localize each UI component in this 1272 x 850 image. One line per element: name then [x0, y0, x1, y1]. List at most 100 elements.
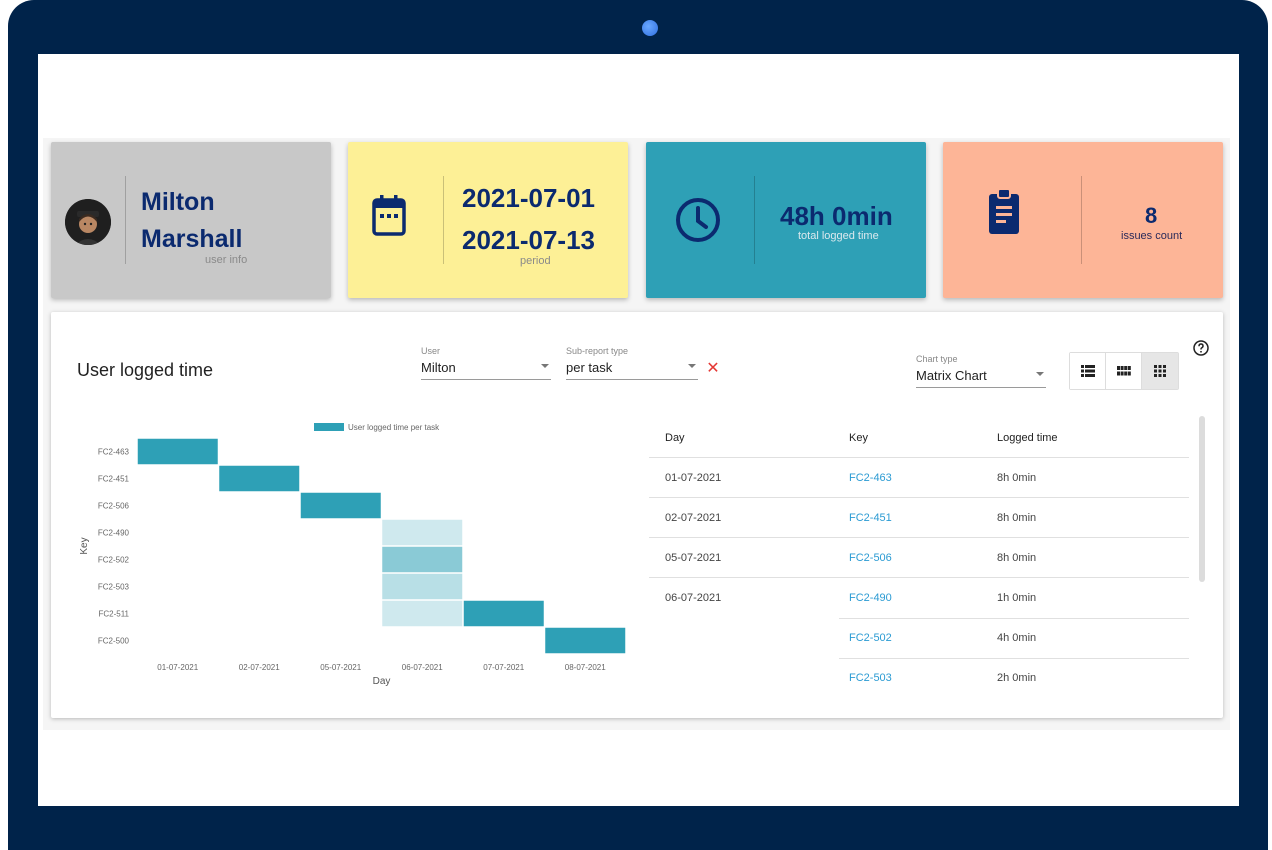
y-tick-label: FC2-506: [98, 502, 130, 511]
user-last-name: Marshall: [141, 225, 243, 253]
chevron-down-icon: [1036, 372, 1044, 376]
row-key-link[interactable]: FC2-451: [849, 512, 892, 524]
user-first-name: Milton: [141, 188, 215, 216]
y-axis-title: Key: [79, 537, 90, 554]
row-time: 1h 0min: [997, 592, 1037, 604]
help-icon[interactable]: [1193, 340, 1209, 356]
table-row: FC2-503 2h 0min: [649, 658, 1189, 698]
row-time: 8h 0min: [997, 512, 1037, 524]
row-day: 06-07-2021: [665, 592, 722, 604]
row-day: 01-07-2021: [665, 472, 722, 484]
row-day: 02-07-2021: [665, 512, 722, 524]
row-key-link[interactable]: FC2-502: [849, 632, 892, 644]
avatar: [65, 199, 111, 245]
row-key-link[interactable]: FC2-506: [849, 552, 892, 564]
card-divider: [1081, 176, 1082, 264]
compact-grid-view-button[interactable]: [1106, 353, 1142, 389]
matrix-view-button[interactable]: [1142, 353, 1178, 389]
legend-swatch: [314, 423, 344, 431]
issues-count-caption: issues count: [1121, 230, 1183, 242]
card-divider: [443, 176, 444, 264]
x-tick-label: 08-07-2021: [565, 663, 606, 672]
header-key: Key: [849, 432, 868, 444]
matrix-cell: [382, 546, 463, 573]
total-time-card: 48h 0min total logged time: [646, 142, 926, 298]
clipboard-icon: [987, 188, 1021, 241]
user-info-card: Milton Marshall user info: [51, 142, 331, 298]
chevron-down-icon: [541, 364, 549, 368]
table-header-row: Day Key Logged time: [649, 418, 1189, 458]
matrix-cell: [463, 600, 544, 627]
screen: Milton Marshall user info 2021-07-01 202…: [38, 54, 1239, 806]
camera-icon: [642, 20, 658, 36]
header-logged-time: Logged time: [997, 432, 1058, 444]
matrix-cell: [382, 600, 463, 627]
grid-icon: [1154, 365, 1166, 377]
x-tick-label: 01-07-2021: [157, 663, 198, 672]
x-tick-label: 06-07-2021: [402, 663, 443, 672]
chart-type-value: Matrix Chart: [916, 368, 987, 383]
table-row: FC2-502 4h 0min: [649, 618, 1189, 659]
row-time: 8h 0min: [997, 552, 1037, 564]
scrollbar[interactable]: [1199, 416, 1205, 582]
table-row: 05-07-2021 FC2-506 8h 0min: [649, 538, 1189, 578]
clock-icon: [674, 196, 722, 249]
total-time-caption: total logged time: [798, 230, 879, 242]
x-tick-label: 07-07-2021: [483, 663, 524, 672]
row-day: 05-07-2021: [665, 552, 722, 564]
logged-time-table: Day Key Logged time 01-07-2021 FC2-463 8…: [649, 418, 1189, 698]
y-tick-label: FC2-511: [98, 610, 129, 619]
row-time: 4h 0min: [997, 632, 1037, 644]
period-card: 2021-07-01 2021-07-13 period: [348, 142, 628, 298]
card-divider: [754, 176, 755, 264]
y-tick-label: FC2-503: [98, 583, 130, 592]
user-caption: user info: [205, 254, 248, 266]
list-icon: [1080, 365, 1095, 377]
matrix-cell: [545, 627, 626, 654]
list-view-button[interactable]: [1070, 353, 1106, 389]
calendar-icon: [372, 194, 406, 247]
subreport-type-select[interactable]: Sub-report type per task: [566, 346, 698, 380]
table-row: 02-07-2021 FC2-451 8h 0min: [649, 498, 1189, 538]
header-day: Day: [665, 432, 685, 444]
row-key-link[interactable]: FC2-503: [849, 672, 892, 684]
y-tick-label: FC2-490: [98, 529, 130, 538]
view-toggle-group: [1069, 352, 1179, 390]
period-from: 2021-07-01: [462, 183, 595, 213]
matrix-cell: [219, 465, 300, 492]
matrix-cell: [382, 519, 463, 546]
table-row: 01-07-2021 FC2-463 8h 0min: [649, 458, 1189, 498]
x-tick-label: 05-07-2021: [320, 663, 361, 672]
grid-compact-icon: [1116, 366, 1131, 376]
y-tick-label: FC2-500: [98, 637, 130, 646]
legend-label: User logged time per task: [348, 423, 440, 432]
total-time-value: 48h 0min: [780, 201, 893, 231]
matrix-cell: [137, 438, 218, 465]
chart-type-label: Chart type: [916, 354, 958, 364]
y-tick-label: FC2-463: [98, 448, 130, 457]
x-axis-title: Day: [373, 676, 391, 687]
card-divider: [125, 176, 126, 264]
chevron-down-icon: [688, 364, 696, 368]
row-key-link[interactable]: FC2-463: [849, 472, 892, 484]
row-time: 8h 0min: [997, 472, 1037, 484]
issues-count-value: 8: [1145, 203, 1158, 228]
user-select-label: User: [421, 346, 441, 356]
row-time: 2h 0min: [997, 672, 1037, 684]
y-tick-label: FC2-502: [98, 556, 130, 565]
x-tick-label: 02-07-2021: [239, 663, 280, 672]
period-to: 2021-07-13: [462, 225, 595, 255]
subreport-type-label: Sub-report type: [566, 346, 629, 356]
app-content: Milton Marshall user info 2021-07-01 202…: [43, 138, 1230, 730]
matrix-chart: User logged time per task FC2-463 FC2-451 F…: [79, 423, 626, 687]
panel-title: User logged time: [77, 360, 214, 380]
user-select[interactable]: User Milton: [421, 346, 551, 380]
issues-card: 8 issues count: [943, 142, 1223, 298]
y-tick-label: FC2-451: [98, 475, 130, 484]
row-key-link[interactable]: FC2-490: [849, 592, 892, 604]
period-caption: period: [520, 255, 551, 267]
report-panel: User logged time User Milton Sub-report …: [51, 312, 1223, 718]
chart-type-select[interactable]: Chart type Matrix Chart: [916, 354, 1046, 388]
matrix-cell: [382, 573, 463, 600]
clear-icon[interactable]: ✕: [706, 361, 720, 377]
